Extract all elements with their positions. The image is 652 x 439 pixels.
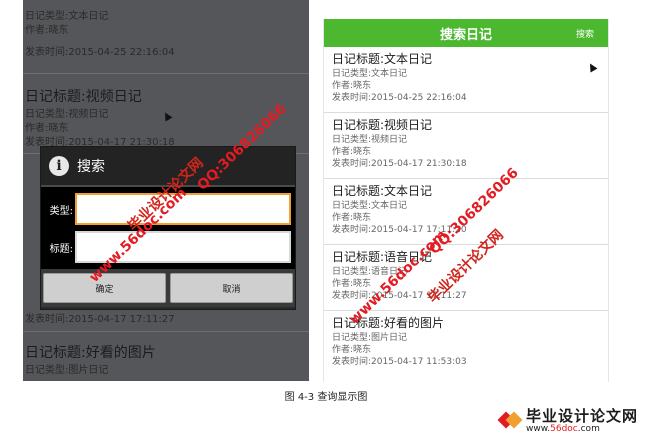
app-bar: 搜索日记 搜索 [324,19,608,47]
logo-icon [497,410,523,432]
figure-caption: 图 4-3 查询显示图 [284,392,368,403]
title-field-row: 标题: [43,229,293,265]
diary-time: 发表时间:2015-04-25 22:16:04 [332,93,467,103]
diary-title: 日记标题:视频日记 [25,89,142,105]
diary-type: 日记类型:图片日记 [25,365,109,376]
right-screenshot: 搜索日记 搜索 日记标题:文本日记 日记类型:文本日记 作者:晓东 发表时间:2… [323,19,609,382]
diary-title: 日记标题:文本日记 [332,52,433,66]
document-page: 日记类型:文本日记 作者:晓东 发表时间:2015-04-25 22:16:04… [0,0,652,439]
list-item[interactable]: 日记标题:文本日记 日记类型:文本日记 作者:晓东 发表时间:2015-04-2… [324,47,608,113]
diary-title: 日记标题:好看的图片 [332,316,445,330]
diary-type: 日记类型:视频日记 [332,135,408,145]
diary-author: 作者:晓东 [332,345,372,355]
brand-text: 毕业设计论文网 www.56doc.com [526,408,638,435]
diary-time: 发表时间:2015-04-25 22:16:04 [25,47,175,58]
diary-type: 日记类型:文本日记 [25,11,109,22]
list-item[interactable]: 日记类型:文本日记 作者:晓东 发表时间:2015-04-25 22:16:04 [23,10,309,74]
brand-url: www.56doc.com [526,423,600,434]
diary-time: 发表时间:2015-04-17 11:53:03 [332,357,467,367]
brand-logo: 毕业设计论文网 www.56doc.com [497,406,648,436]
dialog-buttons: 确定 取消 [41,269,295,307]
diary-title: 日记标题:视频日记 [332,118,433,132]
diary-author: 作者:晓东 [25,25,69,36]
search-dialog: i 搜索 类型: 标题: 确定 取消 [40,146,296,310]
diary-title: 日记标题:好看的图片 [25,345,156,361]
diary-author: 作者:晓东 [332,147,372,157]
diary-author: 作者:晓东 [332,279,372,289]
brand-name: 毕业设计论文网 [526,406,639,425]
diary-title: 日记标题:文本日记 [332,184,433,198]
diary-time: 发表时间:2015-04-17 17:11:27 [25,314,175,325]
list-item[interactable]: 日记标题:好看的图片 日记类型:图片日记 [23,332,309,381]
app-bar-title: 搜索日记 [439,27,492,43]
type-label: 类型: [49,205,73,217]
diary-type: 日记类型:文本日记 [332,69,408,79]
list-item[interactable]: 日记标题:好看的图片 日记类型:图片日记 作者:晓东 发表时间:2015-04-… [324,311,608,377]
diary-time: 发表时间:2015-04-17 21:30:18 [332,159,467,169]
search-action-button[interactable]: 搜索 [576,27,594,40]
diary-type: 日记类型:图片日记 [332,333,408,343]
dialog-title: 搜索 [77,159,105,175]
diary-author: 作者:晓东 [332,81,372,91]
info-icon: i [49,156,69,176]
title-label: 标题: [49,243,73,255]
list-item[interactable]: 日记标题:视频日记 日记类型:视频日记 作者:晓东 发表时间:2015-04-1… [324,113,608,179]
cancel-button[interactable]: 取消 [170,273,293,303]
